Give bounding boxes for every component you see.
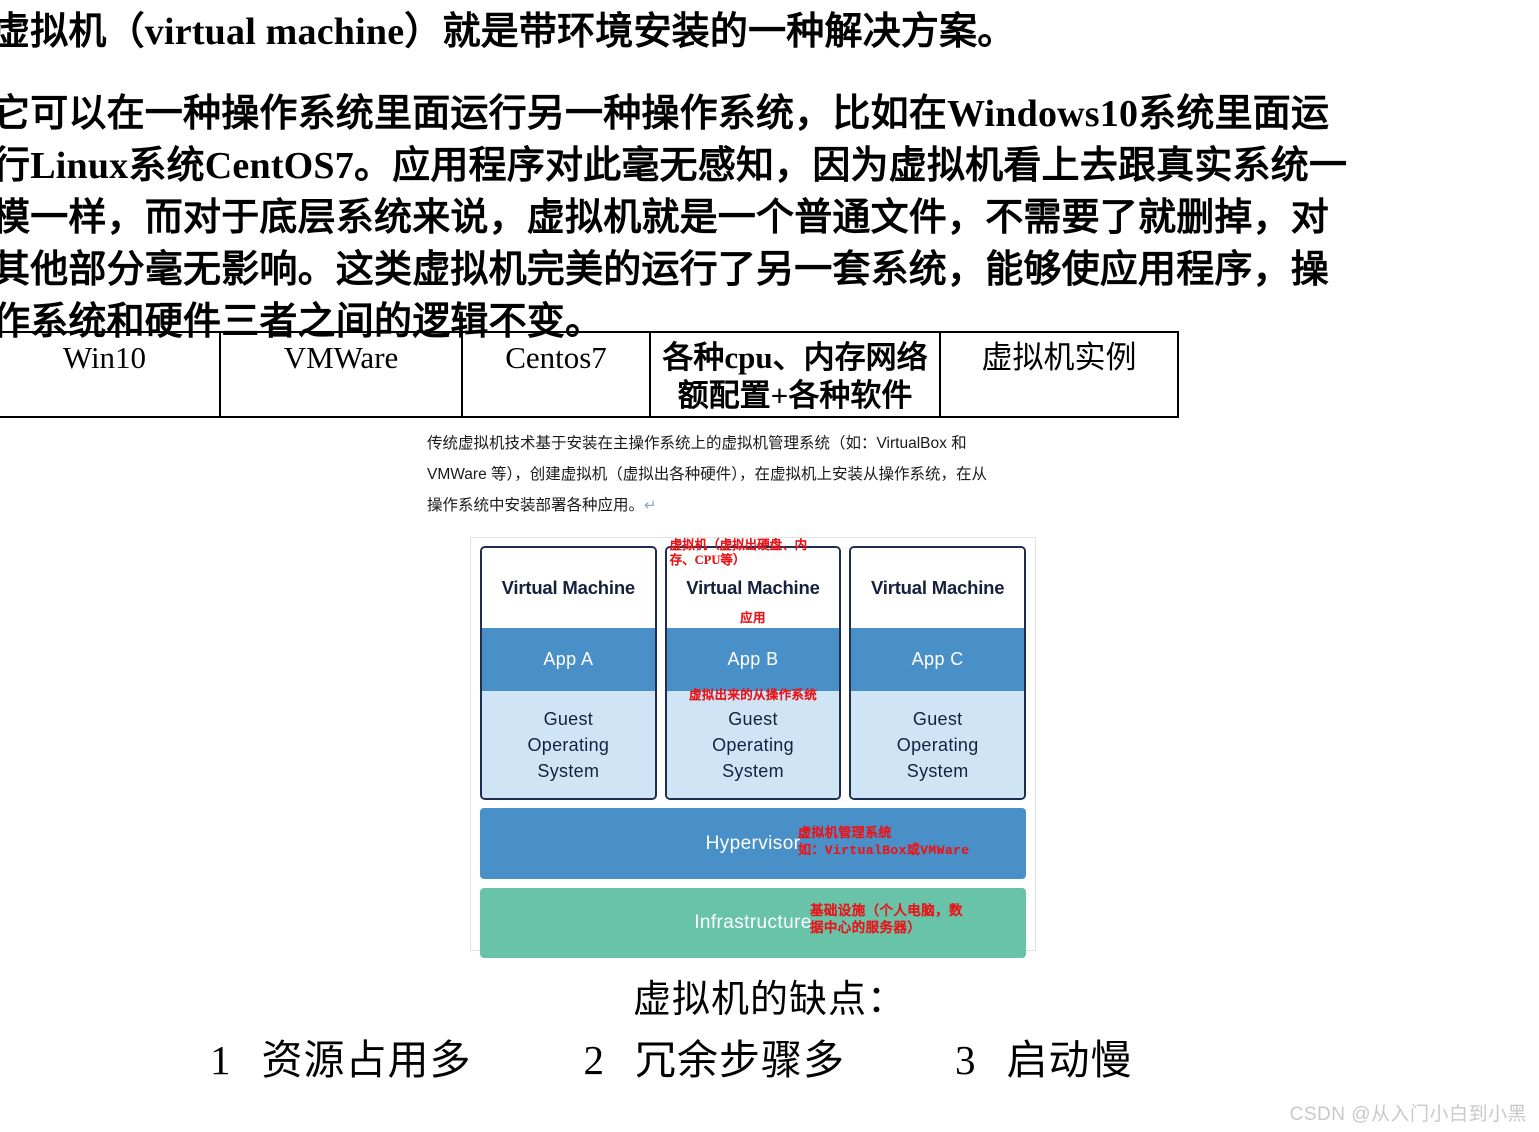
caption-line-3: 操作系统中安装部署各种应用。↵ [427, 490, 1117, 521]
fault-item-2-number: 2 [583, 1037, 605, 1083]
fault-item-2: 2 冗余步骤多 [584, 1026, 846, 1086]
vm-card-b-guest-line1: Guest [728, 708, 778, 729]
table-cell-host-os: Win10 [0, 331, 221, 418]
fault-item-1-number: 1 [210, 1037, 232, 1083]
vm-card-c-guest-line3: System [906, 760, 969, 781]
vm-card-c-guest-os: Guest Operating System [851, 691, 1025, 798]
article-text: 虚拟机（virtual machine）就是带环境安装的一种解决方案。 它可以在… [0, 0, 1539, 348]
faults-list: 1 资源占用多 2 冗余步骤多 3 启动慢 [210, 1026, 1390, 1086]
virtual-machine-architecture-diagram: Virtual Machine App A Guest Operating Sy… [470, 537, 1036, 958]
vm-card-b-guest-line3: System [722, 760, 784, 781]
body-line-2: 行Linux系统CentOS7。应用程序对此毫无感知，因为虚拟机看上去跟真实系统… [0, 145, 1348, 187]
fault-item-3-label: 启动慢 [1006, 1037, 1133, 1083]
vm-card-c-app: App C [851, 628, 1025, 691]
body-line-1: 它可以在一种操作系统里面运行另一种操作系统，比如在Windows10系统里面运 [0, 93, 1330, 135]
table-cell-guest-os: Centos7 [462, 331, 651, 418]
fault-item-1-label: 资源占用多 [261, 1037, 472, 1083]
vm-card-a-guest-line3: System [537, 760, 600, 781]
vm-card-b: 虚拟机（虚拟出硬盘、内 存、CPU等） Virtual Machine 应用 A… [664, 538, 842, 800]
body-paragraph: 它可以在一种操作系统里面运行另一种操作系统，比如在Windows10系统里面运 … [0, 88, 1539, 348]
vm-stack-table: Win10 VMWare Centos7 各种cpu、内存网络 额配置+各种软件… [0, 331, 1179, 418]
vm-card-c: Virtual Machine App C Guest Operating Sy… [849, 546, 1027, 800]
table-row: Win10 VMWare Centos7 各种cpu、内存网络 额配置+各种软件… [0, 331, 1179, 418]
hypervisor-layer: Hypervisor 虚拟机管理系统 如：VirtualBox或VMWare [480, 808, 1026, 879]
csdn-watermark: CSDN @从入门小白到小黑 [1289, 1104, 1527, 1125]
table-cell-hypervisor: VMWare [220, 331, 463, 418]
table-cell-resources-line2: 额配置+各种软件 [677, 378, 913, 413]
vm-card-a-guest-os: Guest Operating System [482, 691, 655, 798]
fault-item-3-number: 3 [955, 1037, 977, 1083]
annotation-infrastructure: 基础设施（个人电脑，数 据中心的服务器） [810, 903, 963, 935]
body-line-3: 模一样，而对于底层系统来说，虚拟机就是一个普通文件，不需要了就删掉，对 [0, 197, 1330, 239]
table-cell-vm-instance: 虚拟机实例 [940, 331, 1179, 418]
vm-card-c-guest-line1: Guest [912, 708, 963, 729]
vm-card-a-title: Virtual Machine [482, 548, 655, 628]
faults-heading: 虚拟机的缺点： [632, 979, 906, 1021]
vm-card-b-app-label: App B [727, 649, 779, 669]
fault-item-1: 1 资源占用多 [210, 1026, 472, 1086]
hypervisor-label: Hypervisor [705, 832, 801, 854]
annotation-guest-os: 虚拟出来的从操作系统 [688, 688, 818, 702]
fault-item-3: 3 启动慢 [955, 1026, 1133, 1086]
infrastructure-label: Infrastructure [694, 912, 812, 933]
vm-card-a: Virtual Machine App A Guest Operating Sy… [480, 546, 657, 800]
document-page: 虚拟机（virtual machine）就是带环境安装的一种解决方案。 它可以在… [0, 0, 1539, 1132]
caption-line-3-text: 操作系统中安装部署各种应用。 [427, 497, 645, 514]
body-line-4: 其他部分毫无影响。这类虚拟机完美的运行了另一套系统，能够使应用程序，操 [0, 249, 1330, 291]
vm-card-b-title: Virtual Machine [666, 548, 840, 628]
fault-item-2-label: 冗余步骤多 [635, 1037, 845, 1083]
vm-card-c-title: Virtual Machine [851, 548, 1025, 628]
vm-card-a-guest-line2: Operating [527, 734, 610, 755]
pilcrow-mark: ↵ [644, 497, 657, 514]
vm-card-a-app-label: App A [543, 649, 594, 669]
table-cell-resources: 各种cpu、内存网络 额配置+各种软件 [650, 331, 941, 418]
vm-card-b-guest-os: 虚拟出来的从操作系统 Guest Operating System [666, 688, 840, 798]
vm-card-b-guest-line2: Operating [712, 734, 794, 755]
vm-card-c-app-label: App C [911, 649, 964, 669]
vm-card-b-app: 应用 App B [666, 611, 840, 691]
lead-paragraph: 虚拟机（virtual machine）就是带环境安装的一种解决方案。 [0, 11, 1016, 53]
table-cell-resources-line1: 各种cpu、内存网络 [662, 340, 928, 375]
vm-card-a-guest-line1: Guest [543, 708, 594, 729]
vm-card-a-app: App A [482, 628, 655, 691]
caption-line-1: 传统虚拟机技术基于安装在主操作系统上的虚拟机管理系统（如：VirtualBox … [427, 435, 967, 452]
vm-cards-row: Virtual Machine App A Guest Operating Sy… [480, 538, 1027, 800]
vm-card-c-guest-line2: Operating [896, 734, 979, 755]
infrastructure-layer: Infrastructure 基础设施（个人电脑，数 据中心的服务器） [480, 888, 1026, 958]
caption-line-2: VMWare 等），创建虚拟机（虚拟出各种硬件），在虚拟机上安装从操作系统，在从 [427, 466, 988, 483]
annotation-hypervisor: 虚拟机管理系统 如：VirtualBox或VMWare [798, 826, 970, 858]
diagram-caption: 传统虚拟机技术基于安装在主操作系统上的虚拟机管理系统（如：VirtualBox … [427, 428, 1117, 521]
